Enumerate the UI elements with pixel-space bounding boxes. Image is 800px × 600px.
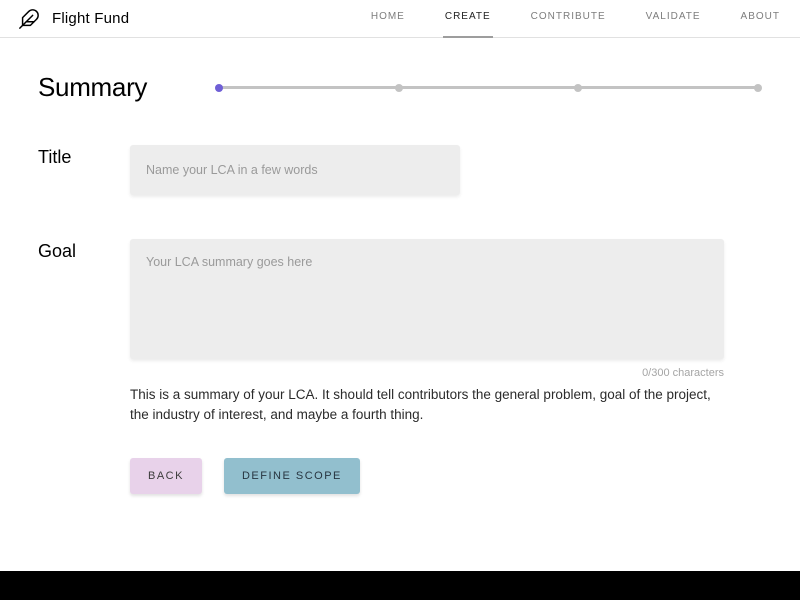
define-scope-button[interactable]: DEFINE SCOPE [224,458,360,494]
page-title: Summary [38,72,147,103]
feather-icon [18,8,40,30]
goal-label: Goal [38,239,130,424]
nav-home[interactable]: HOME [371,11,405,26]
goal-textarea[interactable] [130,239,724,359]
button-row: BACK DEFINE SCOPE [130,458,762,494]
stepper-dot-1[interactable] [215,84,223,92]
nav-validate[interactable]: VALIDATE [646,11,701,26]
nav-contribute[interactable]: CONTRIBUTE [531,11,606,26]
form-row-goal: Goal 0/300 characters This is a summary … [38,239,762,424]
stepper-dots [215,84,762,92]
goal-char-counter: 0/300 characters [130,367,724,379]
progress-stepper [215,76,762,100]
stepper-dot-3[interactable] [574,84,582,92]
title-input[interactable] [130,145,460,195]
app-header: Flight Fund HOME CREATE CONTRIBUTE VALID… [0,0,800,38]
brand-name: Flight Fund [52,10,129,27]
main-nav: HOME CREATE CONTRIBUTE VALIDATE ABOUT [371,11,780,26]
goal-field-col: 0/300 characters This is a summary of yo… [130,239,762,424]
goal-helper-text: This is a summary of your LCA. It should… [130,385,724,424]
brand-block: Flight Fund [18,8,129,30]
footer-bar [0,571,800,600]
back-button[interactable]: BACK [130,458,202,494]
stepper-dot-4[interactable] [754,84,762,92]
page-body: Summary Title Goal 0/300 characters This… [0,38,800,494]
stepper-dot-2[interactable] [395,84,403,92]
nav-create[interactable]: CREATE [445,11,491,26]
title-label: Title [38,145,130,195]
title-field-col [130,145,762,195]
form-row-title: Title [38,145,762,195]
nav-about[interactable]: ABOUT [741,11,780,26]
page-header-row: Summary [38,72,762,103]
